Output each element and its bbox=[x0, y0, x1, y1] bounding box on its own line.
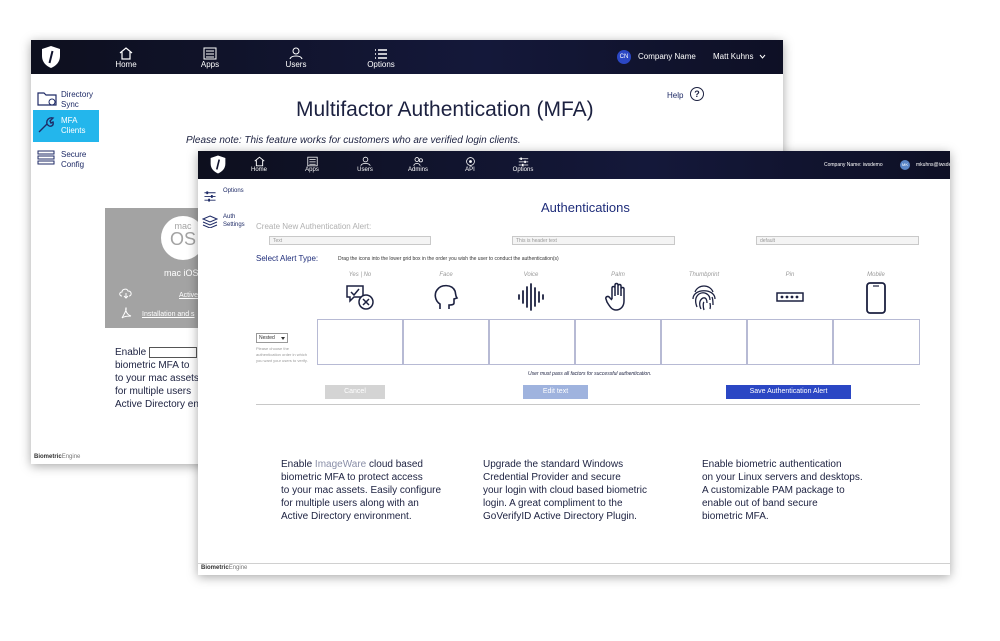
help-icon[interactable]: ? bbox=[690, 87, 704, 101]
footer-brand: BiometricEngine bbox=[201, 565, 248, 571]
wrench-icon bbox=[38, 117, 55, 133]
factor-palm[interactable]: Palm bbox=[578, 272, 658, 317]
front-window: Home Apps Users Admins API Options Compa… bbox=[198, 151, 950, 575]
company-name: Company Name bbox=[638, 52, 696, 61]
factor-yes-no[interactable]: Yes | No bbox=[320, 272, 400, 317]
active-link[interactable]: Active bbox=[179, 292, 198, 299]
auth-grid-slot-2[interactable] bbox=[403, 319, 489, 365]
chevron-down-icon[interactable] bbox=[759, 54, 766, 59]
nav-options[interactable]: Options bbox=[509, 156, 537, 173]
factor-thumbprint[interactable]: Thumbprint bbox=[664, 272, 744, 317]
nav-admins[interactable]: Admins bbox=[404, 156, 432, 173]
factor-pin[interactable]: Pin bbox=[750, 272, 830, 317]
default-input[interactable]: default bbox=[756, 236, 919, 245]
admins-icon bbox=[412, 157, 423, 166]
windows-description: Upgrade the standard Windows Credential … bbox=[483, 459, 647, 522]
sidebar-item-secure-config[interactable]: Secure Config bbox=[33, 144, 99, 176]
alert-type-label: Select Alert Type: bbox=[256, 254, 319, 263]
pdf-icon[interactable] bbox=[120, 307, 132, 319]
palm-icon bbox=[605, 282, 625, 311]
sliders-icon bbox=[518, 157, 528, 167]
footer-brand: BiometricEngine bbox=[34, 454, 81, 460]
macos-card: mac OS mac iOS Active Installation and s bbox=[105, 208, 205, 328]
yes-no-icon bbox=[346, 285, 374, 310]
footer-divider bbox=[198, 563, 950, 564]
home-icon bbox=[253, 156, 265, 167]
thumbprint-icon bbox=[692, 285, 716, 311]
layers-icon bbox=[37, 150, 55, 165]
nav-api[interactable]: API bbox=[458, 156, 482, 173]
sliders-icon bbox=[204, 191, 216, 202]
page-title: Multifactor Authentication (MFA) bbox=[296, 98, 594, 121]
face-icon bbox=[434, 284, 459, 309]
shield-logo-icon[interactable] bbox=[40, 45, 62, 69]
create-alert-label: Create New Authentication Alert: bbox=[256, 222, 372, 231]
nav-home[interactable]: Home bbox=[246, 156, 272, 173]
user-icon bbox=[359, 156, 371, 167]
nested-select[interactable]: Nested bbox=[256, 333, 288, 343]
linux-description: Enable biometric authentication on your … bbox=[702, 459, 863, 522]
nested-help-text: Please choose the authentication order i… bbox=[256, 346, 308, 363]
list-icon bbox=[375, 49, 387, 59]
sidebar-item-options[interactable]: Options bbox=[200, 187, 250, 205]
top-nav: Home Apps Users Options CN Company Name … bbox=[31, 40, 783, 74]
nav-users[interactable]: Users bbox=[281, 47, 311, 69]
pin-icon bbox=[776, 292, 804, 302]
folder-icon bbox=[37, 92, 57, 106]
mobile-icon bbox=[866, 282, 886, 314]
home-icon bbox=[119, 47, 133, 60]
top-nav: Home Apps Users Admins API Options Compa… bbox=[198, 151, 950, 179]
nav-users[interactable]: Users bbox=[352, 156, 378, 173]
chevron-down-icon bbox=[281, 337, 285, 340]
brand-box bbox=[148, 346, 197, 358]
nav-apps[interactable]: Apps bbox=[195, 47, 225, 69]
user-icon bbox=[289, 47, 303, 60]
auth-grid-slot-7[interactable] bbox=[833, 319, 920, 365]
back-description: Enable biometric MFA to to your mac asse… bbox=[115, 346, 199, 410]
auth-grid-slot-4[interactable] bbox=[575, 319, 661, 365]
nav-apps[interactable]: Apps bbox=[299, 156, 325, 173]
user-name[interactable]: Matt Kuhns bbox=[713, 52, 753, 61]
cancel-button[interactable]: Cancel bbox=[325, 385, 385, 399]
shield-logo-icon[interactable] bbox=[209, 154, 227, 175]
header-text-input[interactable]: This is header text bbox=[512, 236, 675, 245]
divider bbox=[256, 404, 920, 405]
nav-home[interactable]: Home bbox=[111, 47, 141, 69]
text-input[interactable]: Text bbox=[269, 236, 431, 245]
layers-icon bbox=[202, 215, 218, 228]
drag-instructions: Drag the icons into the lower grid box i… bbox=[338, 256, 559, 262]
factor-mobile[interactable]: Mobile bbox=[836, 272, 916, 319]
user-email[interactable]: mkuhns@iwsdem bbox=[916, 162, 950, 168]
factor-voice[interactable]: Voice bbox=[491, 272, 571, 317]
voice-icon bbox=[518, 283, 544, 311]
auth-grid-slot-5[interactable] bbox=[661, 319, 747, 365]
apps-icon bbox=[306, 156, 318, 167]
api-icon bbox=[465, 157, 475, 166]
feature-note: Please note: This feature works for cust… bbox=[186, 135, 521, 146]
must-pass-note: User must pass all factors for successfu… bbox=[528, 371, 652, 377]
installation-link[interactable]: Installation and s bbox=[142, 311, 195, 318]
company-name: Company Name: iwsdemo bbox=[824, 162, 883, 168]
avatar[interactable]: MK bbox=[900, 160, 910, 170]
page-title: Authentications bbox=[541, 200, 630, 215]
help-link[interactable]: Help bbox=[667, 91, 683, 100]
factor-face[interactable]: Face bbox=[406, 272, 486, 317]
edit-text-button[interactable]: Edit text bbox=[523, 385, 588, 399]
save-alert-button[interactable]: Save Authentication Alert bbox=[726, 385, 851, 399]
auth-grid-slot-1[interactable] bbox=[317, 319, 403, 365]
macos-description: Enable ImageWare cloud based biometric M… bbox=[281, 459, 442, 522]
apps-icon bbox=[203, 47, 217, 60]
auth-grid-slot-3[interactable] bbox=[489, 319, 575, 365]
sidebar-item-mfa-clients[interactable]: MFA Clients bbox=[33, 110, 99, 142]
nav-options[interactable]: Options bbox=[364, 47, 398, 69]
card-name: mac iOS bbox=[164, 268, 199, 278]
auth-grid-slot-6[interactable] bbox=[747, 319, 833, 365]
cloud-download-icon[interactable] bbox=[119, 288, 133, 299]
org-badge[interactable]: CN bbox=[617, 50, 631, 64]
sidebar-item-auth-settings[interactable]: Auth Settings bbox=[200, 211, 250, 231]
